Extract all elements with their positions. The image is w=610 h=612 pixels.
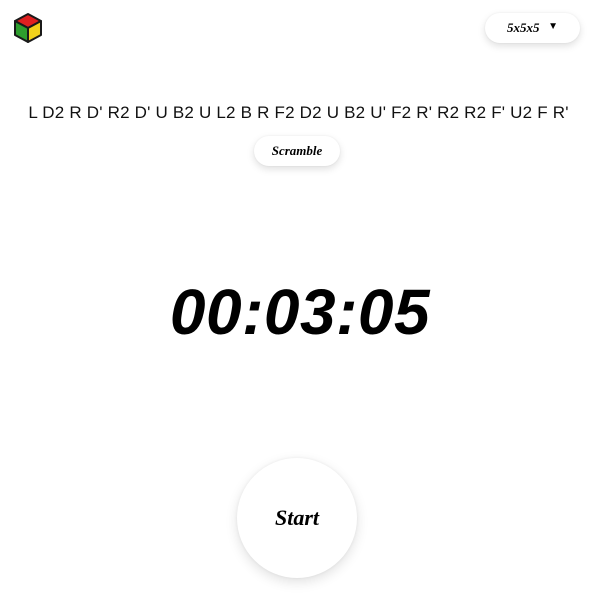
timer-display: 00:03:05 <box>169 276 431 348</box>
scramble-button[interactable]: Scramble <box>254 136 340 166</box>
start-button[interactable]: Start <box>237 458 357 578</box>
rubiks-cube-icon[interactable] <box>13 12 43 44</box>
puzzle-type-select[interactable]: 5x5x5 ▼ <box>485 13 580 43</box>
puzzle-type-value: 5x5x5 <box>507 20 540 35</box>
scramble-sequence: L D2 R D' R2 D' U B2 U L2 B R F2 D2 U B2… <box>28 103 569 122</box>
caret-down-icon: ▼ <box>548 21 558 32</box>
